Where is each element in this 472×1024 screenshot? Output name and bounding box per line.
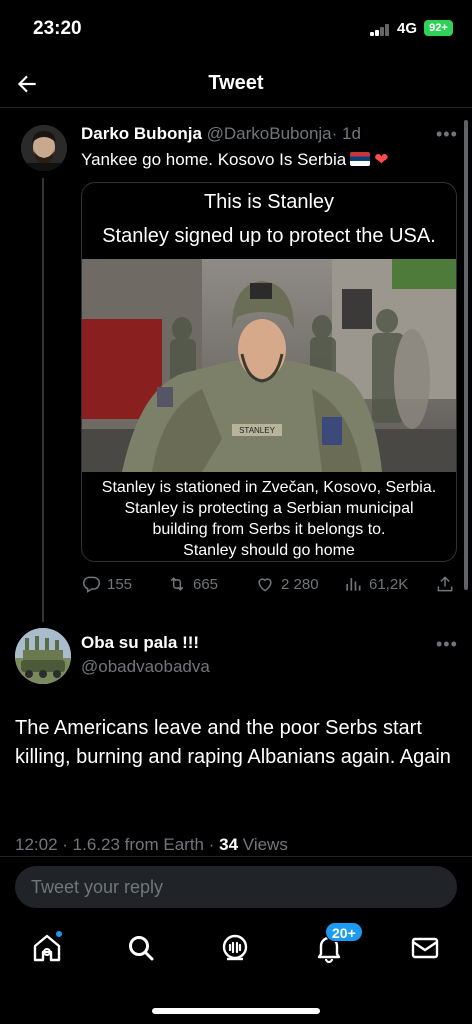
retweet-icon <box>170 577 184 591</box>
status-bar: 23:20 4G 92+ <box>0 0 472 60</box>
messages-icon <box>411 937 439 959</box>
network-type: 4G <box>397 20 418 37</box>
name-tape-text: STANLEY <box>239 426 276 435</box>
reply-author-name[interactable]: Oba su pala !!! <box>81 633 199 653</box>
nav-search[interactable] <box>125 932 157 964</box>
nav-spaces[interactable] <box>219 932 251 964</box>
reply-input[interactable] <box>15 866 457 908</box>
nav-notifications[interactable]: 20+ <box>313 922 363 964</box>
reply-icon <box>83 576 101 593</box>
retweet-count: 665 <box>193 575 219 593</box>
reply-button[interactable]: 155 <box>81 574 132 594</box>
reply-views-count[interactable]: 34 <box>219 835 238 854</box>
signal-icon <box>370 24 392 36</box>
image-caption-title: This is Stanley <box>203 191 335 213</box>
views-button[interactable]: 61,2K <box>343 574 408 594</box>
bottom-nav: 20+ <box>0 916 472 986</box>
reply-meta: 12:02 · 1.6.23 from Earth · 34 Views <box>15 835 288 855</box>
heart-emoji-icon: ❤ <box>374 150 389 169</box>
image-caption-line-1: Stanley is stationed in Zvečan, Kosovo, … <box>101 479 437 496</box>
tweet-text-line: Yankee go home. Kosovo Is Serbia ❤ <box>81 150 389 170</box>
thread-connector <box>42 178 44 622</box>
image-caption-line-3: building from Serbs it belongs to. <box>152 521 386 538</box>
reply-author-avatar[interactable] <box>15 628 71 684</box>
nav-messages[interactable] <box>409 932 441 964</box>
reply-composer[interactable] <box>15 866 457 908</box>
spaces-icon <box>222 934 248 961</box>
top-header: Tweet <box>0 60 472 108</box>
tweet-age: · 1d <box>331 124 361 143</box>
share-button[interactable] <box>435 574 455 594</box>
reply-author-handle[interactable]: @obadvaobadva <box>81 657 210 677</box>
tweet-header: Darko Bubonja @DarkoBubonja· 1d <box>81 124 361 144</box>
views-icon <box>346 578 361 591</box>
tweet-text: Yankee go home. Kosovo Is Serbia <box>81 150 347 169</box>
tweet-actions: 155 665 2 280 61,2K <box>81 574 461 596</box>
reply-views-label[interactable]: Views <box>243 835 288 854</box>
battery-icon: 92+ <box>424 20 453 36</box>
like-count: 2 280 <box>281 575 319 593</box>
reply-more-icon[interactable]: ••• <box>436 634 458 655</box>
status-time: 23:20 <box>33 18 82 39</box>
divider <box>0 856 472 857</box>
page-title: Tweet <box>208 72 264 94</box>
nav-home[interactable] <box>31 930 63 964</box>
author-avatar[interactable] <box>21 125 67 171</box>
home-new-dot <box>55 930 63 938</box>
tweet-image[interactable]: This is Stanley Stanley signed up to pro… <box>81 182 457 562</box>
search-icon <box>129 936 154 961</box>
soldier-photo: STANLEY <box>82 259 456 472</box>
more-icon[interactable]: ••• <box>436 124 458 145</box>
reply-text: The Americans leave and the poor Serbs s… <box>15 717 451 768</box>
share-icon <box>437 576 453 592</box>
author-name[interactable]: Darko Bubonja <box>81 124 202 143</box>
image-caption-line-4: Stanley should go home <box>183 542 355 559</box>
author-handle[interactable]: @DarkoBubonja <box>207 124 332 143</box>
scrollbar[interactable] <box>464 120 468 590</box>
views-count: 61,2K <box>369 575 409 593</box>
reply-count: 155 <box>107 575 133 593</box>
reply-timestamp: 12:02 · 1.6.23 from Earth · <box>15 835 215 854</box>
like-button[interactable]: 2 280 <box>255 574 319 594</box>
image-caption-bottom: Stanley is stationed in Zvečan, Kosovo, … <box>82 477 456 561</box>
notifications-badge: 20+ <box>325 922 363 942</box>
serbia-flag-icon <box>350 152 371 166</box>
image-caption-line-2: Stanley is protecting a Serbian municipa… <box>124 500 414 517</box>
image-caption-subtitle: Stanley signed up to protect the USA. <box>102 225 436 247</box>
home-indicator <box>152 1008 320 1014</box>
retweet-button[interactable]: 665 <box>167 574 218 594</box>
like-icon <box>258 578 272 592</box>
